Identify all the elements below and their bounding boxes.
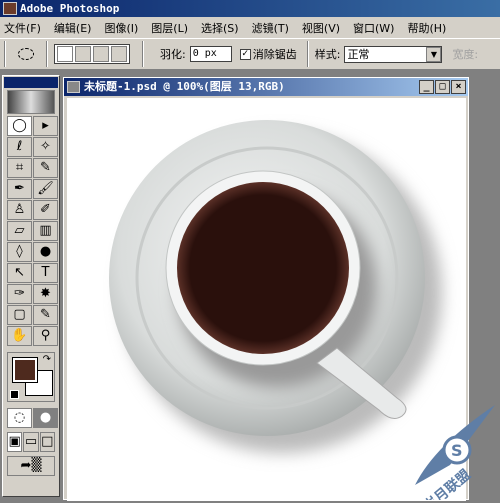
menu-select[interactable]: 选择(S): [201, 20, 239, 36]
zoom-tool[interactable]: ⚲: [33, 326, 58, 346]
svg-text:S: S: [451, 441, 463, 460]
menu-window[interactable]: 窗口(W): [353, 20, 394, 36]
lasso-tool[interactable]: ℓ: [7, 137, 32, 157]
menu-view[interactable]: 视图(V): [302, 20, 340, 36]
style-select[interactable]: 正常 ▼: [344, 45, 443, 63]
dodge-tool[interactable]: ●: [33, 242, 58, 262]
standard-mode-button[interactable]: ◌: [7, 408, 32, 428]
add-selection-button[interactable]: [75, 46, 91, 62]
hand-tool[interactable]: ✋: [7, 326, 32, 346]
style-label: 样式:: [314, 48, 341, 61]
gradient-tool[interactable]: ▥: [33, 221, 58, 241]
notes-tool[interactable]: ▢: [7, 305, 32, 325]
toolbox-logo[interactable]: [7, 90, 55, 114]
paintbrush-tool[interactable]: 🖌: [33, 179, 58, 199]
selection-mode-group: [54, 44, 130, 64]
menu-file[interactable]: 文件(F): [4, 20, 41, 36]
document-title: 未标题-1.psd @ 100%(图层 13,RGB): [84, 80, 285, 93]
full-screen-menu-button[interactable]: ▭: [23, 432, 39, 452]
path-select-tool[interactable]: ↖: [7, 263, 32, 283]
document-title-bar[interactable]: 未标题-1.psd @ 100%(图层 13,RGB) _ □ ×: [64, 78, 468, 96]
blur-tool[interactable]: ◊: [7, 242, 32, 262]
type-tool[interactable]: T: [33, 263, 58, 283]
standard-screen-button[interactable]: ▣: [7, 432, 23, 452]
eraser-tool[interactable]: ▱: [7, 221, 32, 241]
subtract-selection-button[interactable]: [93, 46, 109, 62]
width-label: 宽度:: [452, 48, 479, 61]
divider: [306, 41, 309, 67]
menu-edit[interactable]: 编辑(E): [54, 20, 92, 36]
new-selection-button[interactable]: [57, 46, 73, 62]
menu-image[interactable]: 图像(I): [104, 20, 138, 36]
menu-filter[interactable]: 滤镜(T): [252, 20, 289, 36]
move-tool[interactable]: ▸: [33, 116, 58, 136]
minimize-button[interactable]: _: [419, 80, 434, 94]
options-bar: 羽化: 0 px ✓ 消除锯齿 样式: 正常 ▼ 宽度:: [0, 38, 500, 70]
mask-mode-group: ◌ ●: [7, 408, 58, 428]
pen-tool[interactable]: ✑: [7, 284, 32, 304]
ellipse-marquee-tool[interactable]: ◯: [7, 116, 32, 136]
slice-tool[interactable]: ✎: [33, 158, 58, 178]
maximize-button[interactable]: □: [435, 80, 450, 94]
watermark-logo: S 岁月联盟: [395, 395, 500, 503]
quick-mask-button[interactable]: ●: [33, 408, 58, 428]
eyedropper-tool[interactable]: ✎: [33, 305, 58, 325]
intersect-selection-button[interactable]: [111, 46, 127, 62]
coffee: [177, 182, 349, 354]
swap-colors-icon[interactable]: ↷: [43, 354, 51, 365]
ellipse-tool-preset-icon[interactable]: [18, 48, 34, 60]
custom-shape-tool[interactable]: ✸: [33, 284, 58, 304]
full-screen-button[interactable]: □: [39, 432, 55, 452]
antialias-checkbox[interactable]: ✓: [239, 48, 251, 60]
foreground-color-swatch[interactable]: [12, 357, 38, 383]
close-button[interactable]: ×: [451, 80, 466, 94]
airbrush-tool[interactable]: ✒: [7, 179, 32, 199]
menu-help[interactable]: 帮助(H): [407, 20, 446, 36]
default-colors-icon[interactable]: [10, 390, 19, 399]
feather-input[interactable]: 0 px: [189, 46, 232, 62]
toolbox-title-bar[interactable]: [4, 77, 58, 88]
app-title-bar: Adobe Photoshop: [0, 0, 500, 17]
rubber-stamp-tool[interactable]: ♙: [7, 200, 32, 220]
divider: [46, 41, 48, 67]
menu-bar: 文件(F) 编辑(E) 图像(I) 图层(L) 选择(S) 滤镜(T) 视图(V…: [0, 17, 500, 38]
tool-grid: ◯ ▸ ℓ ✧ ⌗ ✎ ✒ 🖌 ♙ ✐ ▱ ▥ ◊ ● ↖ T ✑ ✸ ▢ ✎ ✋ ⚲: [7, 116, 58, 346]
app-title: Adobe Photoshop: [20, 2, 120, 15]
feather-label: 羽化:: [160, 48, 186, 61]
screen-mode-group: ▣ ▭ □: [7, 432, 55, 452]
divider: [142, 41, 144, 67]
crop-tool[interactable]: ⌗: [7, 158, 32, 178]
menu-layer[interactable]: 图层(L): [151, 20, 188, 36]
magic-wand-tool[interactable]: ✧: [33, 137, 58, 157]
chevron-down-icon[interactable]: ▼: [426, 46, 442, 62]
photoshop-icon: [3, 2, 17, 15]
history-brush-tool[interactable]: ✐: [33, 200, 58, 220]
toolbox: ◯ ▸ ℓ ✧ ⌗ ✎ ✒ 🖌 ♙ ✐ ▱ ▥ ◊ ● ↖ T ✑ ✸ ▢ ✎ ✋ ⚲ ↷ ◌ ● ▣ ▭ □ ➦▒: [2, 75, 60, 497]
style-value: 正常: [347, 47, 370, 61]
jump-to-imageready-button[interactable]: ➦▒: [7, 456, 55, 476]
color-swatches: ↷: [7, 352, 55, 402]
document-icon: [67, 81, 80, 93]
grip[interactable]: [4, 41, 6, 67]
antialias-label: 消除锯齿: [252, 48, 297, 61]
